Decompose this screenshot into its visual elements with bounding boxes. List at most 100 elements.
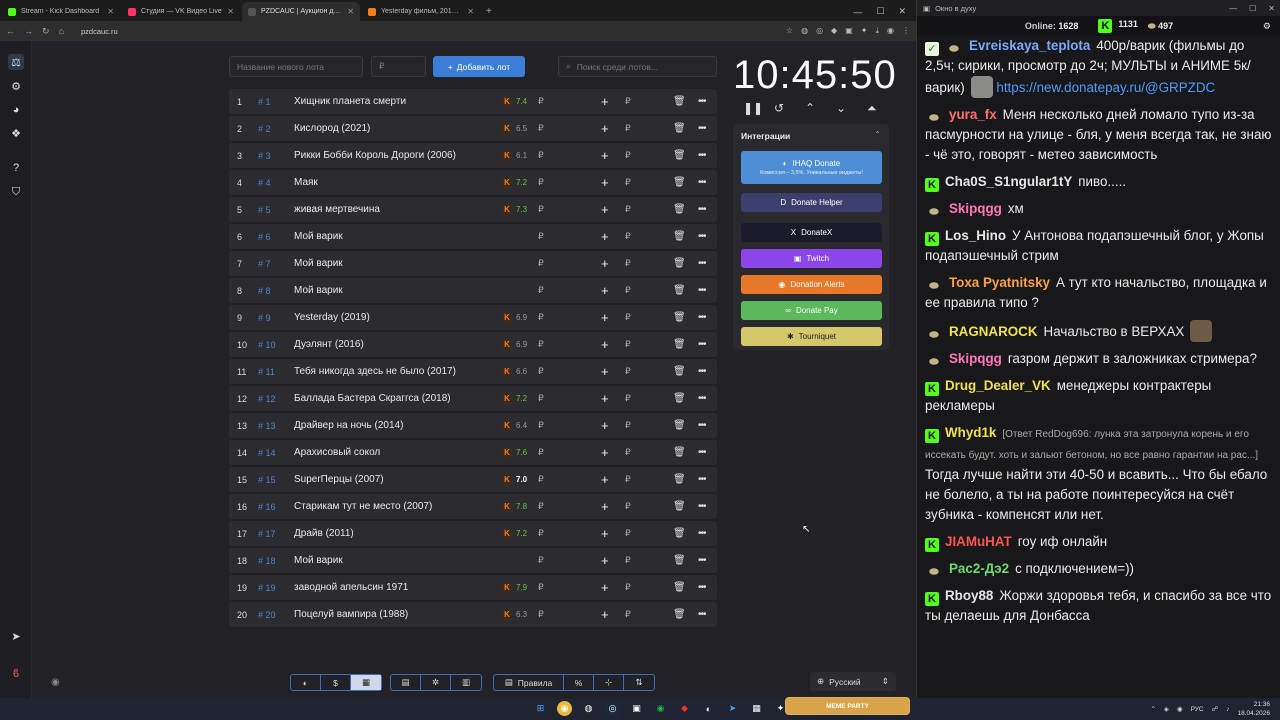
amount-input[interactable]: ₽	[371, 56, 426, 77]
more-icon[interactable]: •••	[698, 339, 706, 350]
add-amount-input[interactable]: ₽	[625, 555, 631, 566]
chat-username[interactable]: Los_Hino	[945, 228, 1006, 243]
close-icon[interactable]: ✕	[1268, 4, 1275, 13]
app-icon[interactable]: ◆	[677, 701, 692, 716]
add-amount-input[interactable]: ₽	[625, 609, 631, 620]
chevron-up-icon[interactable]: ⌃	[1150, 705, 1155, 713]
timer-double-up-icon[interactable]: ⏶	[867, 101, 877, 116]
meme-party-widget[interactable]: MEME PARTY	[785, 697, 910, 715]
lot-name[interactable]: Драйвер на ночь (2014)	[294, 420, 403, 431]
add-amount-input[interactable]: ₽	[625, 150, 631, 161]
lot-name[interactable]: Мой варик	[294, 285, 343, 296]
more-icon[interactable]: •••	[698, 528, 706, 539]
start-icon[interactable]: ⊞	[533, 701, 548, 716]
clock[interactable]: 21:36 18.04.2026	[1237, 700, 1270, 718]
lot-id[interactable]: # 10	[258, 340, 276, 350]
split-icon[interactable]: ⊹	[594, 675, 624, 690]
more-icon[interactable]: •••	[698, 555, 706, 566]
more-icon[interactable]: •••	[698, 204, 706, 215]
lot-amount[interactable]: ₽	[538, 177, 544, 188]
add-amount-icon[interactable]: +	[601, 418, 609, 433]
extension-icon[interactable]: ◆	[831, 26, 837, 36]
chat-username[interactable]: Evreiskaya_teplota	[969, 38, 1090, 53]
lot-name[interactable]: Арахисовый сокол	[294, 447, 380, 458]
integration-donation-alerts-button[interactable]: ◉ Donation Alerts	[741, 275, 882, 294]
lot-amount[interactable]: ₽	[538, 231, 544, 242]
add-amount-icon[interactable]: +	[601, 256, 609, 271]
add-amount-input[interactable]: ₽	[625, 285, 631, 296]
lot-name[interactable]: Драйв (2011)	[294, 528, 354, 539]
more-icon[interactable]: •••	[698, 582, 706, 593]
add-amount-input[interactable]: ₽	[625, 258, 631, 269]
lot-amount[interactable]: ₽	[538, 366, 544, 377]
eye-icon[interactable]: ◉	[51, 677, 60, 688]
lot-name[interactable]: Мой варик	[294, 231, 343, 242]
kinopoisk-rating[interactable]: K 7.8	[501, 500, 527, 513]
lot-name[interactable]: Мой варик	[294, 258, 343, 269]
auction-icon[interactable]: ⚖	[8, 54, 24, 70]
bug-icon[interactable]: ✲	[421, 675, 451, 690]
add-amount-input[interactable]: ₽	[625, 177, 631, 188]
add-amount-input[interactable]: ₽	[625, 366, 631, 377]
timer-down-icon[interactable]: ⌄	[836, 101, 846, 115]
reset-icon[interactable]: ↺	[774, 101, 784, 115]
network-icon[interactable]: ☍	[1212, 705, 1219, 713]
lot-name[interactable]: Маяк	[294, 177, 318, 188]
lot-amount[interactable]: ₽	[538, 609, 544, 620]
reload-icon[interactable]: ↻	[42, 26, 50, 37]
lot-id[interactable]: # 2	[258, 124, 271, 134]
trash-icon[interactable]: 🗑	[673, 528, 686, 539]
lot-name[interactable]: Yesterday (2019)	[294, 312, 370, 323]
trash-icon[interactable]: 🗑	[673, 150, 686, 161]
trash-icon[interactable]: 🗑	[673, 123, 686, 134]
trash-icon[interactable]: 🗑	[673, 609, 686, 620]
integration-donatex-button[interactable]: X DonateX	[741, 223, 882, 242]
spotify-icon[interactable]: ◉	[653, 701, 668, 716]
integration-ihaq-donate-button[interactable]: ◐ IHAQ Donate Комиссия – 3,5%. Уникальные …	[741, 151, 882, 184]
trash-icon[interactable]: 🗑	[673, 285, 686, 296]
lot-name[interactable]: живая мертвечина	[294, 204, 380, 215]
lot-name[interactable]: Мой варик	[294, 555, 343, 566]
add-amount-input[interactable]: ₽	[625, 312, 631, 323]
chat-username[interactable]: Whyd1k	[945, 425, 996, 440]
telegram-icon[interactable]: ➤	[725, 701, 740, 716]
browser-tab[interactable]: Студия — VK Видео Live ✕	[122, 2, 240, 21]
help-icon[interactable]: ?	[8, 160, 24, 176]
chat-username[interactable]: RAGNAROCK	[949, 324, 1038, 339]
browser-tab[interactable]: PZDCAUC | Аукцион для стри... ✕	[242, 2, 360, 21]
minimize-icon[interactable]: —	[1229, 4, 1237, 13]
chat-username[interactable]: Drug_Dealer_VK	[945, 378, 1051, 393]
settings-icon[interactable]: ⚙	[8, 78, 24, 94]
save-icon[interactable]: ▤	[391, 675, 421, 690]
browser-tab[interactable]: Yesterday фильм, 2019, дата в... ✕	[362, 2, 480, 21]
add-amount-icon[interactable]: +	[601, 202, 609, 217]
trash-icon[interactable]: 🗑	[673, 393, 686, 404]
menu-icon[interactable]: ⋮	[902, 26, 910, 36]
integration-tourniquet-button[interactable]: ✱ Tourniquet	[741, 327, 882, 346]
trash-icon[interactable]: 🗑	[673, 312, 686, 323]
lot-id[interactable]: # 20	[258, 610, 276, 620]
more-icon[interactable]: •••	[698, 501, 706, 512]
lot-id[interactable]: # 11	[258, 367, 275, 377]
lot-id[interactable]: # 15	[258, 475, 276, 485]
trash-icon[interactable]: 🗑	[673, 474, 686, 485]
lot-id[interactable]: # 5	[258, 205, 271, 215]
add-amount-input[interactable]: ₽	[625, 96, 631, 107]
steam-icon[interactable]: ◎	[605, 701, 620, 716]
chrome-icon[interactable]: ◉	[557, 701, 572, 716]
lot-id[interactable]: # 8	[258, 286, 271, 296]
kinopoisk-rating[interactable]: K 6.1	[501, 149, 527, 162]
lot-amount[interactable]: ₽	[538, 582, 544, 593]
extension-icon[interactable]: ◎	[816, 26, 823, 36]
new-tab-button[interactable]: +	[480, 2, 498, 21]
chat-username[interactable]: Skipqgg	[949, 201, 1002, 216]
chat-username[interactable]: JIAMuHAT	[945, 534, 1012, 549]
lot-name[interactable]: Дуэлянт (2016)	[294, 339, 364, 350]
tray-icon[interactable]: ◈	[1164, 705, 1169, 713]
more-icon[interactable]: •••	[698, 366, 706, 377]
trash-icon[interactable]: 🗑	[673, 420, 686, 431]
lot-amount[interactable]: ₽	[538, 204, 544, 215]
lot-id[interactable]: # 19	[258, 583, 276, 593]
more-icon[interactable]: •••	[698, 393, 706, 404]
kinopoisk-rating[interactable]: K 6.9	[501, 311, 527, 324]
